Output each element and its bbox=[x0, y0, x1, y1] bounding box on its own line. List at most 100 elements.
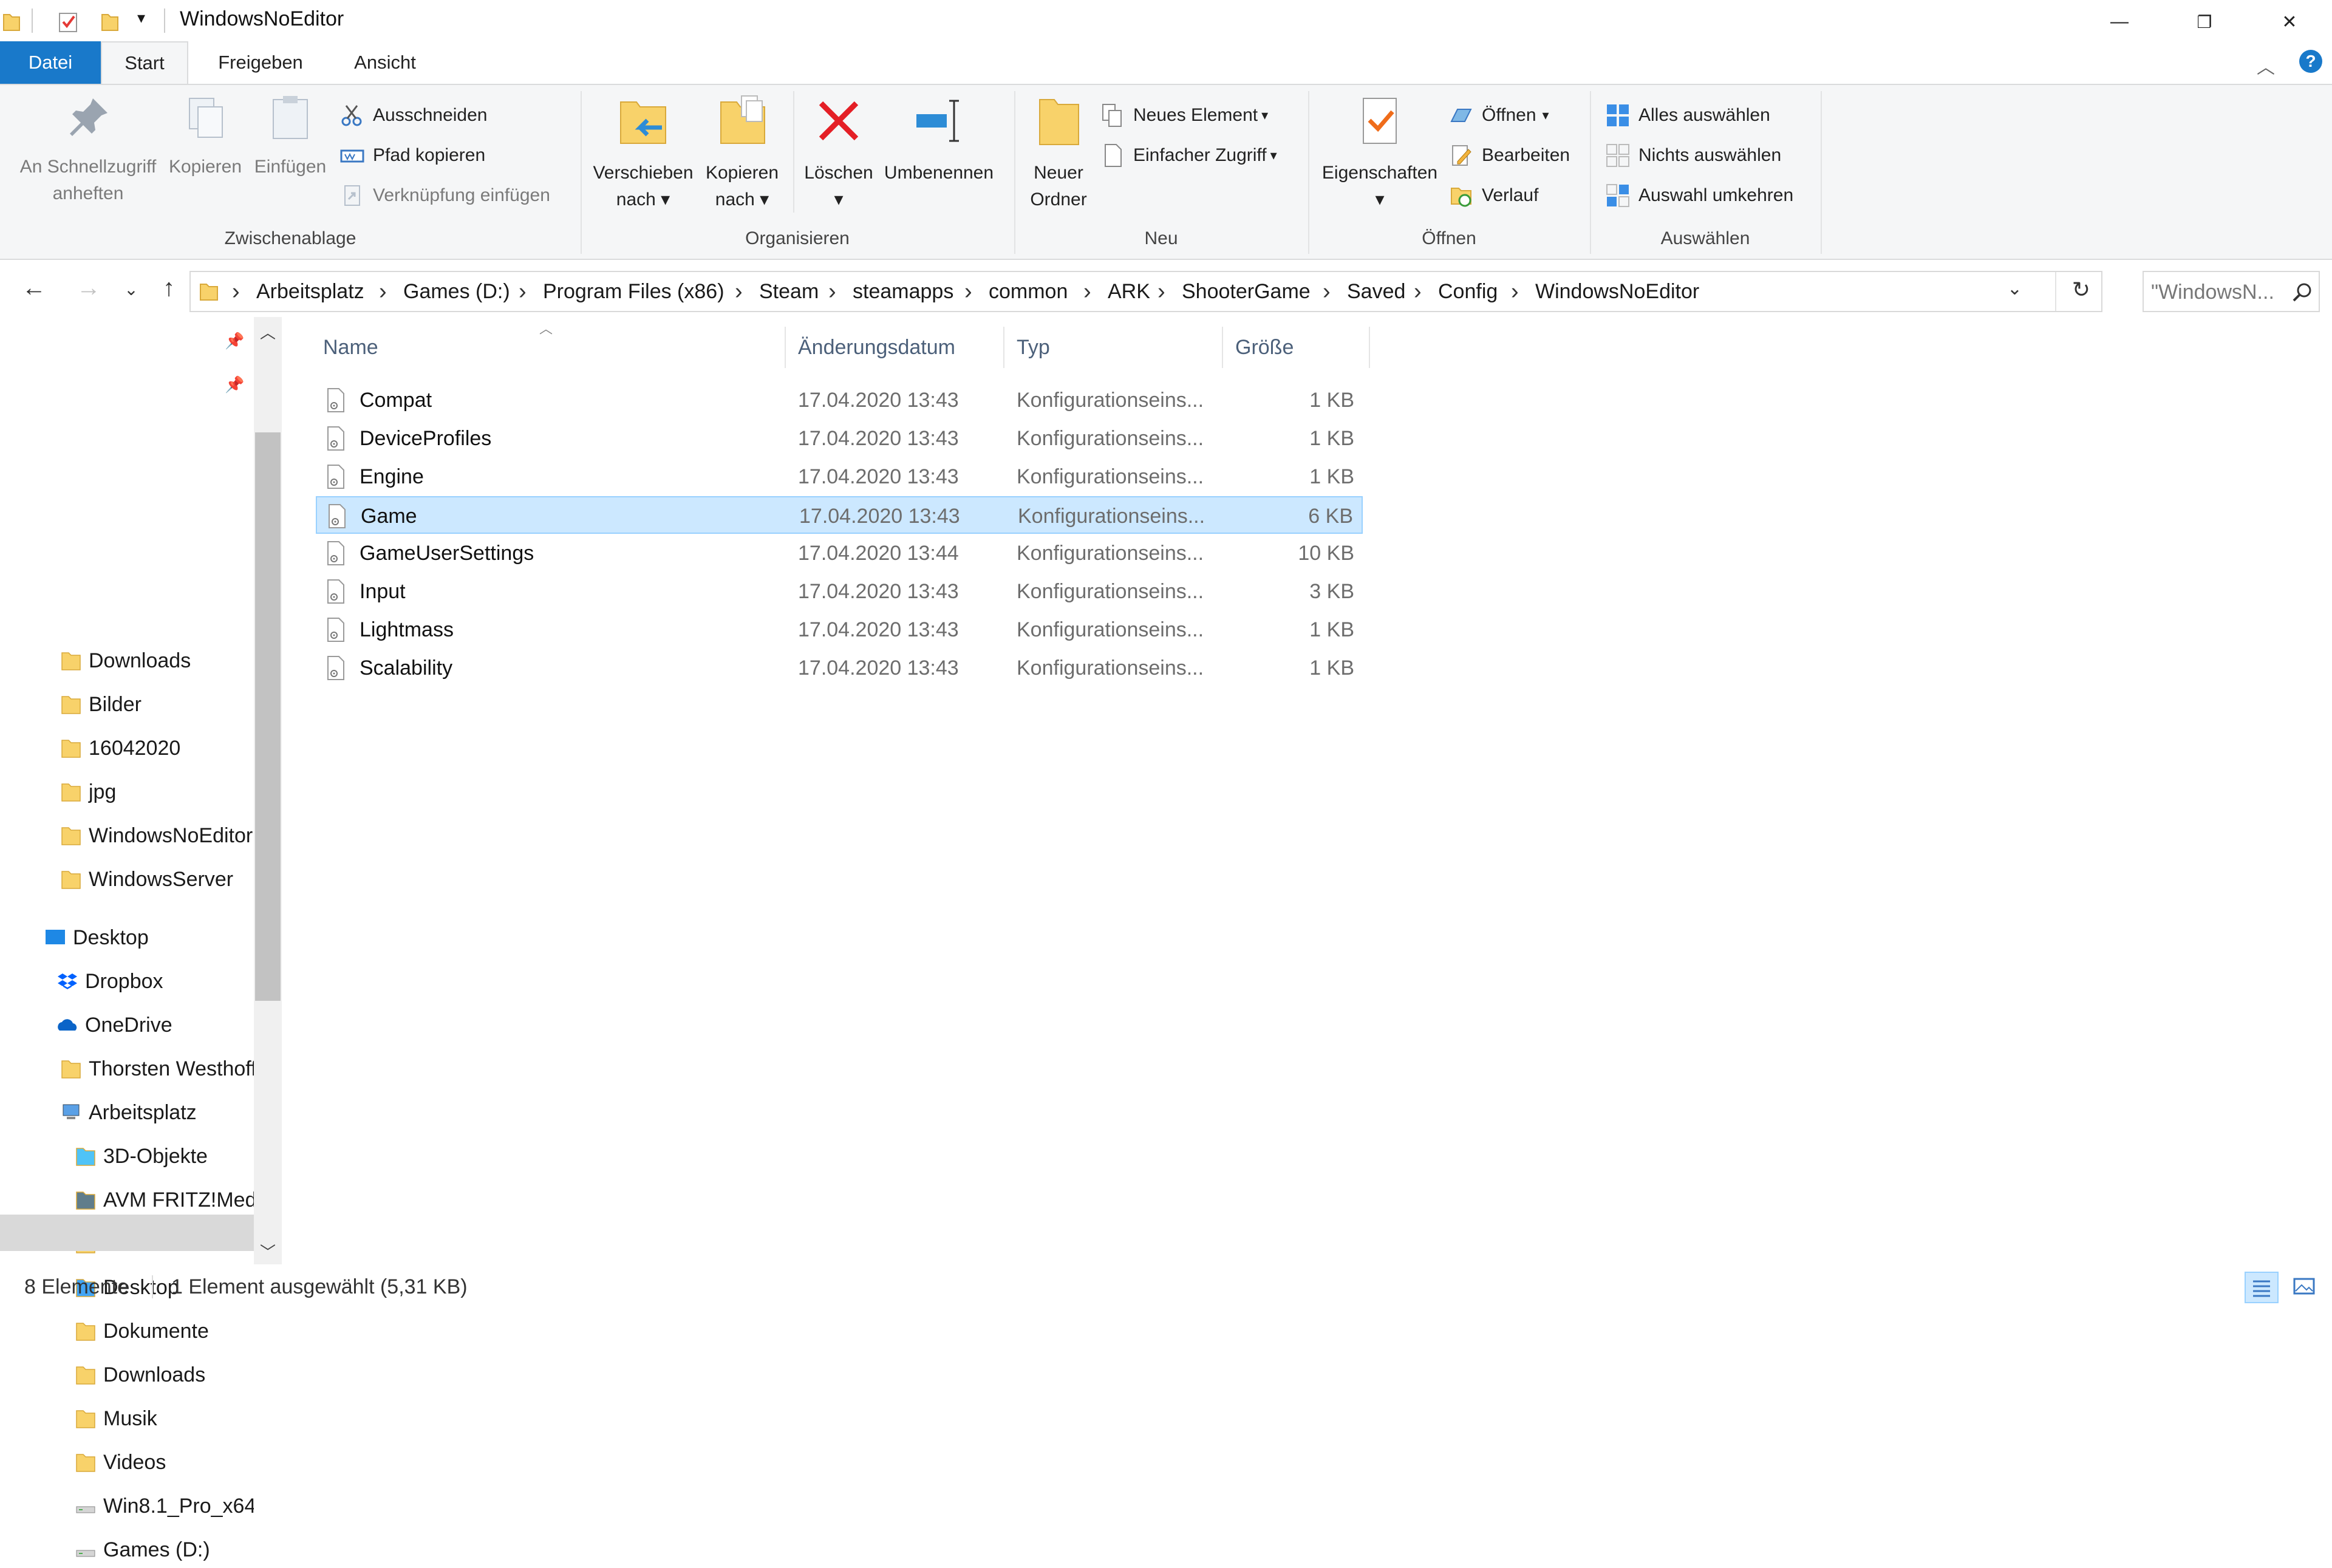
file-row[interactable]: Compat 17.04.2020 13:43 Konfigurationseins… bbox=[316, 381, 1363, 419]
column-header-date[interactable]: Änderungsdatum bbox=[798, 327, 955, 368]
details-view-button[interactable] bbox=[2245, 1272, 2279, 1303]
delete-button[interactable]: Löschen ▾ bbox=[797, 94, 881, 213]
column-divider[interactable] bbox=[1003, 327, 1004, 368]
breadcrumb-chevron-icon[interactable]: › bbox=[1414, 272, 1422, 311]
search-icon[interactable] bbox=[2292, 282, 2313, 302]
open-button[interactable]: Öffnen ▾ bbox=[1449, 100, 1549, 131]
file-row[interactable]: GameUserSettings 17.04.2020 13:44 Konfigur… bbox=[316, 534, 1363, 572]
navpane-item[interactable]: Arbeitsplatz bbox=[61, 1094, 254, 1131]
back-arrow-icon[interactable]: ← bbox=[16, 274, 52, 302]
address-dropdown-icon[interactable]: ⌄ bbox=[2007, 278, 2022, 299]
breadcrumb-chevron-icon[interactable]: › bbox=[379, 272, 387, 311]
navpane-item[interactable]: OneDrive bbox=[57, 1007, 254, 1043]
navpane-item[interactable]: WindowsServer bbox=[61, 861, 254, 898]
breadcrumb-chevron-icon[interactable]: › bbox=[1323, 272, 1331, 311]
search-input[interactable]: "WindowsN... bbox=[2151, 281, 2274, 304]
breadcrumb-item[interactable]: WindowsNoEditor bbox=[1535, 272, 1699, 311]
column-header-name[interactable]: Name bbox=[323, 327, 378, 368]
history-button[interactable]: Verlauf bbox=[1449, 180, 1538, 211]
column-divider[interactable] bbox=[1222, 327, 1223, 368]
breadcrumb-item[interactable]: Arbeitsplatz bbox=[256, 272, 364, 311]
copy-path-button[interactable]: Pfad kopieren bbox=[340, 140, 485, 171]
file-row[interactable]: Game 17.04.2020 13:43 Konfigurationseins..… bbox=[316, 496, 1363, 534]
easy-access-button[interactable]: Einfacher Zugriff ▾ bbox=[1100, 140, 1277, 171]
tab-ansicht[interactable]: Ansicht bbox=[335, 41, 435, 84]
properties-icon[interactable] bbox=[58, 11, 79, 33]
forward-arrow-icon[interactable]: → bbox=[70, 274, 107, 302]
recent-locations-chevron-icon[interactable]: ⌄ bbox=[113, 279, 149, 299]
navpane-item[interactable]: Dokumente bbox=[75, 1313, 254, 1349]
navpane-item[interactable]: Downloads bbox=[61, 643, 254, 679]
navpane-item[interactable]: Bilder bbox=[61, 686, 254, 723]
paste-button[interactable]: Einfügen bbox=[248, 94, 333, 180]
new-folder-icon[interactable] bbox=[101, 11, 119, 33]
scroll-down-arrow-icon[interactable]: ﹀ bbox=[260, 1240, 276, 1263]
breadcrumb-item[interactable]: Saved bbox=[1347, 272, 1405, 311]
move-to-button[interactable]: Verschieben nach ▾ bbox=[587, 94, 700, 213]
tab-datei[interactable]: Datei bbox=[0, 41, 101, 84]
navpane-item[interactable]: 16042020 bbox=[61, 730, 254, 766]
select-none-button[interactable]: Nichts auswählen bbox=[1606, 140, 1781, 171]
column-divider[interactable] bbox=[1369, 327, 1370, 368]
delete-dropdown-icon[interactable]: ▾ bbox=[797, 186, 881, 213]
collapse-ribbon-icon[interactable]: ︿ bbox=[2257, 52, 2275, 79]
file-row[interactable]: Engine 17.04.2020 13:43 Konfigurationseins… bbox=[316, 458, 1363, 496]
navpane-item[interactable]: Win8.1_Pro_x64 bbox=[75, 1488, 254, 1524]
breadcrumb-item[interactable]: Program Files (x86) bbox=[543, 272, 724, 311]
navpane-item[interactable]: Downloads bbox=[75, 1357, 254, 1393]
tab-start[interactable]: Start bbox=[101, 41, 188, 84]
search-box[interactable]: "WindowsN... bbox=[2143, 271, 2320, 312]
breadcrumb-item[interactable]: Steam bbox=[759, 272, 819, 311]
navpane-item[interactable]: Musik bbox=[75, 1400, 254, 1437]
address-bar[interactable]: › Arbeitsplatz › Games (D:) › Program Files (… bbox=[189, 271, 2102, 312]
cut-button[interactable]: Ausschneiden bbox=[340, 100, 487, 131]
breadcrumb-chevron-icon[interactable]: › bbox=[519, 272, 527, 311]
column-header-type[interactable]: Typ bbox=[1017, 327, 1050, 368]
minimize-button[interactable]: — bbox=[2077, 0, 2162, 44]
navpane-item[interactable]: 3D-Objekte bbox=[75, 1138, 254, 1174]
properties-button[interactable]: Eigenschaften ▾ bbox=[1314, 94, 1445, 213]
copy-to-button[interactable]: Kopieren nach ▾ bbox=[700, 94, 785, 213]
help-button[interactable]: ? bbox=[2299, 50, 2322, 73]
navpane-scrollbar-thumb[interactable] bbox=[255, 432, 281, 1001]
breadcrumb-chevron-icon[interactable]: › bbox=[1511, 272, 1519, 311]
up-arrow-icon[interactable]: ↑ bbox=[151, 274, 187, 302]
column-divider[interactable] bbox=[785, 327, 786, 368]
breadcrumb-chevron-icon[interactable]: › bbox=[735, 272, 743, 311]
column-header-size[interactable]: Größe bbox=[1235, 327, 1294, 368]
tab-freigeben[interactable]: Freigeben bbox=[204, 41, 317, 84]
breadcrumb-item[interactable]: Config bbox=[1438, 272, 1498, 311]
customize-quick-access-icon[interactable]: ▾ bbox=[137, 9, 145, 27]
file-row[interactable]: Scalability 17.04.2020 13:43 Konfiguration… bbox=[316, 649, 1363, 687]
breadcrumb-item[interactable]: Games (D:) bbox=[403, 272, 510, 311]
navpane-item[interactable]: Games (D:) bbox=[75, 1532, 254, 1568]
invert-selection-button[interactable]: Auswahl umkehren bbox=[1606, 180, 1793, 211]
large-icons-view-button[interactable] bbox=[2288, 1272, 2322, 1303]
navpane-item[interactable]: Videos bbox=[75, 1444, 254, 1481]
pin-quick-access-button[interactable]: An Schnellzugriff anheften bbox=[6, 94, 170, 207]
navpane-item[interactable]: Thorsten Westhoff bbox=[61, 1051, 254, 1087]
paste-shortcut-button[interactable]: Verknüpfung einfügen bbox=[340, 180, 550, 211]
navpane-item[interactable]: AVM FRITZ!Mediaserver bbox=[75, 1182, 254, 1218]
rename-button[interactable]: Umbenennen bbox=[878, 94, 1000, 186]
maximize-button[interactable]: ❐ bbox=[2162, 0, 2247, 44]
new-item-button[interactable]: Neues Element ▾ bbox=[1100, 100, 1268, 131]
file-row[interactable]: Input 17.04.2020 13:43 Konfigurationseins.… bbox=[316, 573, 1363, 610]
select-all-button[interactable]: Alles auswählen bbox=[1606, 100, 1770, 131]
scroll-up-arrow-icon[interactable]: ︿ bbox=[260, 321, 276, 343]
breadcrumb-item[interactable]: ShooterGame bbox=[1182, 272, 1311, 311]
navpane-item[interactable]: Desktop bbox=[45, 919, 254, 956]
file-row[interactable]: DeviceProfiles 17.04.2020 13:43 Konfigurat… bbox=[316, 420, 1363, 457]
breadcrumb-chevron-icon[interactable]: › bbox=[1083, 272, 1091, 311]
breadcrumb-item[interactable]: steamapps bbox=[853, 272, 953, 311]
edit-button[interactable]: Bearbeiten bbox=[1449, 140, 1570, 171]
breadcrumb-chevron-icon[interactable]: › bbox=[1157, 272, 1165, 311]
properties-dropdown-icon[interactable]: ▾ bbox=[1314, 186, 1445, 213]
breadcrumb-chevron-icon[interactable]: › bbox=[828, 272, 836, 311]
breadcrumb-item[interactable]: common bbox=[989, 272, 1068, 311]
refresh-icon[interactable]: ↻ bbox=[2072, 277, 2090, 302]
navpane-item[interactable]: WindowsNoEditor bbox=[61, 817, 254, 854]
navpane-item[interactable]: Dropbox bbox=[57, 963, 254, 1000]
navpane-item[interactable]: jpg bbox=[61, 774, 254, 810]
new-folder-button[interactable]: Neuer Ordner bbox=[1020, 94, 1097, 213]
